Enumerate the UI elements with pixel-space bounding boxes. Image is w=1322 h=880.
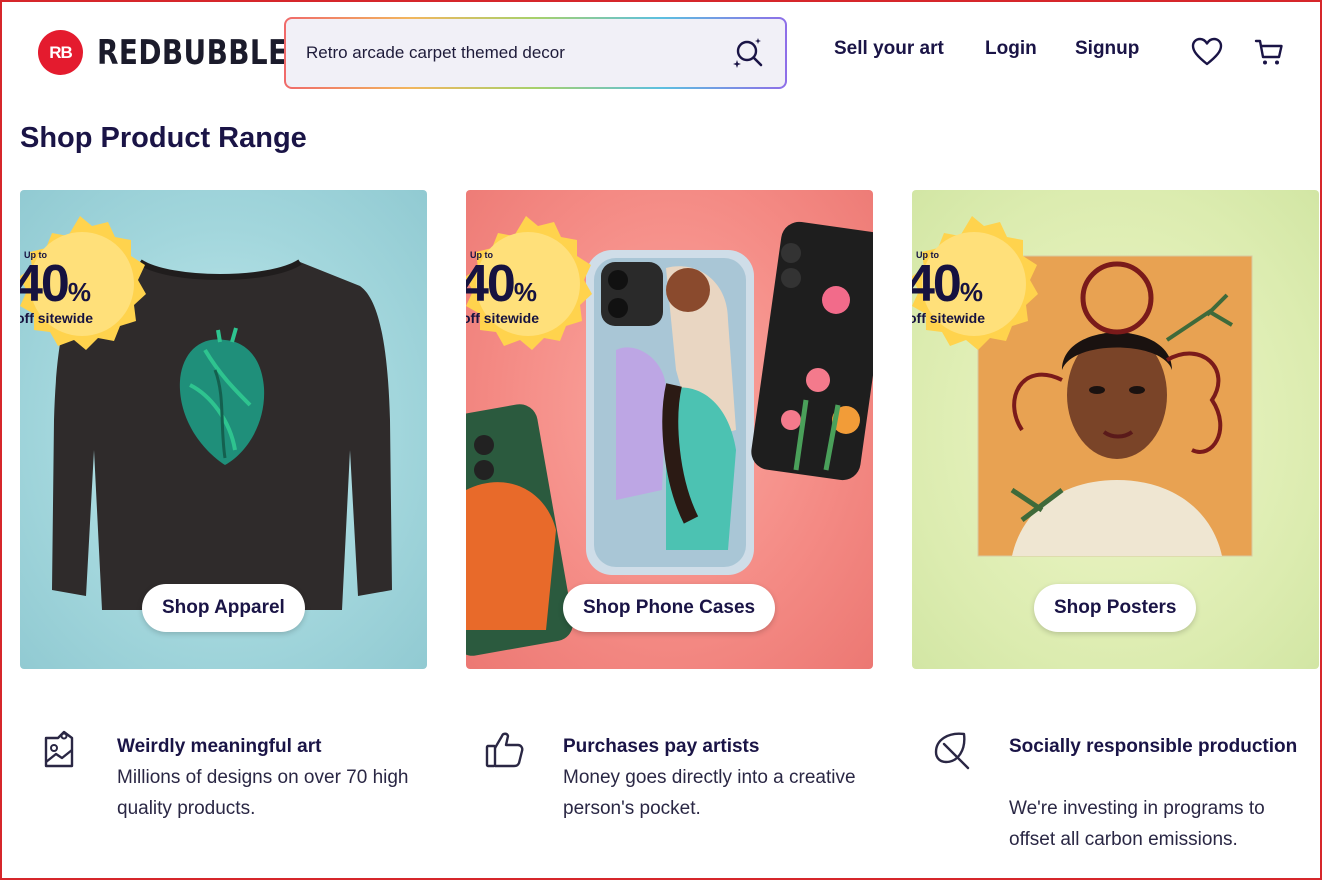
- product-card-apparel[interactable]: Up to 40% off sitewide Shop Apparel: [20, 190, 427, 669]
- feature-description: Millions of designs on over 70 high qual…: [117, 767, 409, 819]
- sparkle-search-icon[interactable]: [731, 36, 765, 70]
- feature-title: Weirdly meaningful art: [117, 736, 322, 757]
- product-card-phone-cases[interactable]: Up to 40% off sitewide Shop Phone Cases: [466, 190, 873, 669]
- feature-description: Money goes directly into a creative pers…: [563, 767, 856, 819]
- search-input[interactable]: Retro arcade carpet themed decor: [306, 43, 731, 63]
- badge-percent: 40%: [20, 258, 91, 318]
- cart-icon[interactable]: [1253, 36, 1285, 68]
- feature-title: Socially responsible production: [1009, 736, 1298, 757]
- shop-apparel-button[interactable]: Shop Apparel: [142, 584, 305, 632]
- nav-signup[interactable]: Signup: [1075, 38, 1139, 60]
- nav-login[interactable]: Login: [985, 38, 1037, 60]
- badge-percent-sign: %: [67, 277, 91, 307]
- search-bar[interactable]: Retro arcade carpet themed decor: [284, 17, 787, 89]
- badge-percent-value: 40: [912, 255, 962, 313]
- search-input-wrapper[interactable]: Retro arcade carpet themed decor: [286, 19, 785, 87]
- thumbs-up-icon: [485, 732, 524, 768]
- feature-description: We're investing in programs to offset al…: [1009, 798, 1265, 850]
- badge-label: Up to 40% off sitewide: [20, 210, 130, 360]
- page-frame: RB REDBUBBLE Retro arcade carpet themed …: [0, 0, 1322, 880]
- badge-percent: 40%: [912, 258, 983, 318]
- image-tag-icon: [44, 730, 74, 768]
- logo-wordmark: REDBUBBLE: [97, 32, 288, 73]
- leaf-icon: [934, 732, 970, 770]
- logo-badge: RB: [38, 30, 83, 75]
- badge-off-sitewide: off sitewide: [466, 310, 540, 326]
- badge-off-sitewide: off sitewide: [912, 310, 986, 326]
- discount-badge: Up to 40% off sitewide: [466, 210, 606, 370]
- feature-title: Purchases pay artists: [563, 736, 760, 757]
- badge-percent: 40%: [466, 258, 537, 318]
- shop-posters-button[interactable]: Shop Posters: [1034, 584, 1197, 632]
- nav-sell-your-art[interactable]: Sell your art: [834, 38, 944, 60]
- discount-badge: Up to 40% off sitewide: [20, 210, 160, 370]
- section-title: Shop Product Range: [20, 122, 307, 154]
- badge-label: Up to 40% off sitewide: [912, 210, 1022, 360]
- badge-label: Up to 40% off sitewide: [466, 210, 576, 360]
- shop-phone-cases-button[interactable]: Shop Phone Cases: [563, 584, 776, 632]
- site-header: RB REDBUBBLE Retro arcade carpet themed …: [2, 2, 1320, 102]
- product-card-posters[interactable]: Up to 40% off sitewide Shop Posters: [912, 190, 1319, 669]
- badge-percent-value: 40: [20, 255, 70, 313]
- discount-badge: Up to 40% off sitewide: [912, 210, 1052, 370]
- badge-off-sitewide: off sitewide: [20, 310, 94, 326]
- heart-icon[interactable]: [1191, 36, 1223, 68]
- badge-percent-value: 40: [466, 255, 516, 313]
- badge-percent-sign: %: [513, 277, 537, 307]
- badge-percent-sign: %: [959, 277, 983, 307]
